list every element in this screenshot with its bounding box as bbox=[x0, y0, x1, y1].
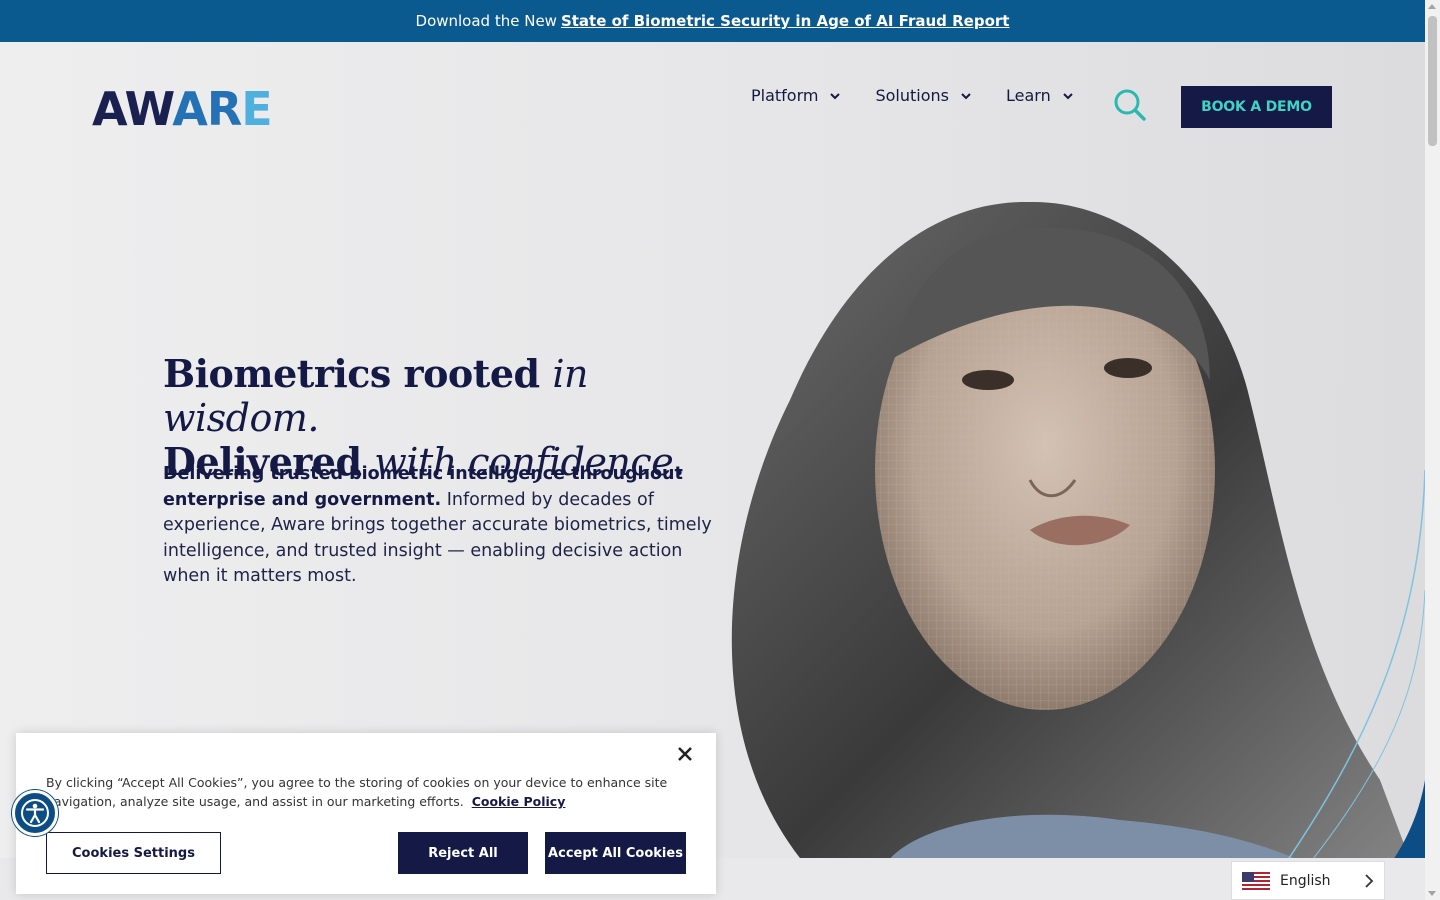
accept-all-cookies-button[interactable]: Accept All Cookies bbox=[545, 832, 686, 874]
search-icon[interactable] bbox=[1113, 88, 1147, 122]
scroll-down-arrow[interactable] bbox=[1428, 891, 1436, 896]
accessibility-button[interactable] bbox=[12, 790, 58, 836]
nav-platform[interactable]: Platform bbox=[751, 86, 841, 105]
us-flag-icon bbox=[1242, 871, 1270, 890]
announcement-link[interactable]: State of Biometric Security in Age of AI… bbox=[561, 12, 1010, 30]
cookie-message: By clicking “Accept All Cookies”, you ag… bbox=[46, 775, 668, 809]
cookie-settings-button[interactable]: Cookies Settings bbox=[46, 832, 221, 874]
scroll-up-arrow[interactable] bbox=[1428, 4, 1436, 9]
main-nav: Platform Solutions Learn bbox=[751, 86, 1108, 105]
chevron-down-icon bbox=[830, 92, 841, 99]
cookie-text: By clicking “Accept All Cookies”, you ag… bbox=[46, 773, 686, 811]
language-selector[interactable]: English bbox=[1231, 861, 1385, 900]
nav-platform-label: Platform bbox=[751, 86, 819, 105]
aware-logo[interactable]: AWARE bbox=[92, 85, 288, 129]
close-icon[interactable] bbox=[676, 745, 694, 763]
page-scrollbar[interactable] bbox=[1425, 0, 1440, 900]
scroll-thumb[interactable] bbox=[1428, 16, 1437, 146]
reject-all-button[interactable]: Reject All bbox=[398, 832, 528, 874]
accessibility-icon bbox=[21, 799, 49, 827]
chevron-right-icon bbox=[1365, 874, 1374, 888]
nav-learn-label: Learn bbox=[1006, 86, 1051, 105]
chevron-down-icon bbox=[961, 92, 971, 99]
cookie-policy-link[interactable]: Cookie Policy bbox=[472, 794, 566, 809]
nav-solutions[interactable]: Solutions bbox=[875, 86, 971, 105]
svg-text:AWARE: AWARE bbox=[92, 85, 272, 129]
chevron-down-icon bbox=[1063, 92, 1073, 99]
headline-line1-bold: Biometrics rooted bbox=[163, 351, 540, 396]
announcement-bar-overlay: Download the New State of Biometric Secu… bbox=[0, 0, 1425, 42]
hero-section: AWARE Platform Solutions Learn BOOK A DE… bbox=[0, 0, 1425, 858]
book-demo-button[interactable]: BOOK A DEMO bbox=[1181, 86, 1332, 128]
nav-learn[interactable]: Learn bbox=[1006, 86, 1073, 105]
announcement-text: Download the New bbox=[415, 12, 557, 30]
hero-description: Delivering trusted biometric intelligenc… bbox=[163, 462, 723, 590]
language-label: English bbox=[1280, 872, 1331, 889]
nav-solutions-label: Solutions bbox=[875, 86, 949, 105]
cookie-banner: By clicking “Accept All Cookies”, you ag… bbox=[16, 733, 716, 894]
